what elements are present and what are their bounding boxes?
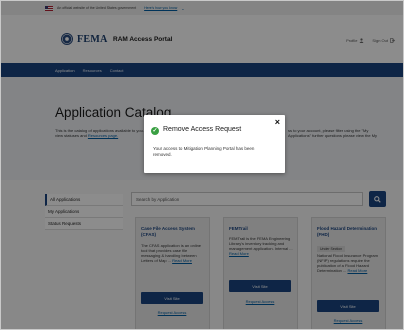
remove-access-dialog: ✓ Remove Access Request × Your access to… [144, 115, 285, 173]
close-icon[interactable]: × [275, 118, 280, 127]
dialog-title: Remove Access Request [163, 126, 242, 133]
success-check-icon: ✓ [151, 127, 159, 135]
page: An official website of the United States… [0, 0, 404, 330]
dialog-message: Your access to Mitigation Planning Porta… [153, 146, 255, 157]
